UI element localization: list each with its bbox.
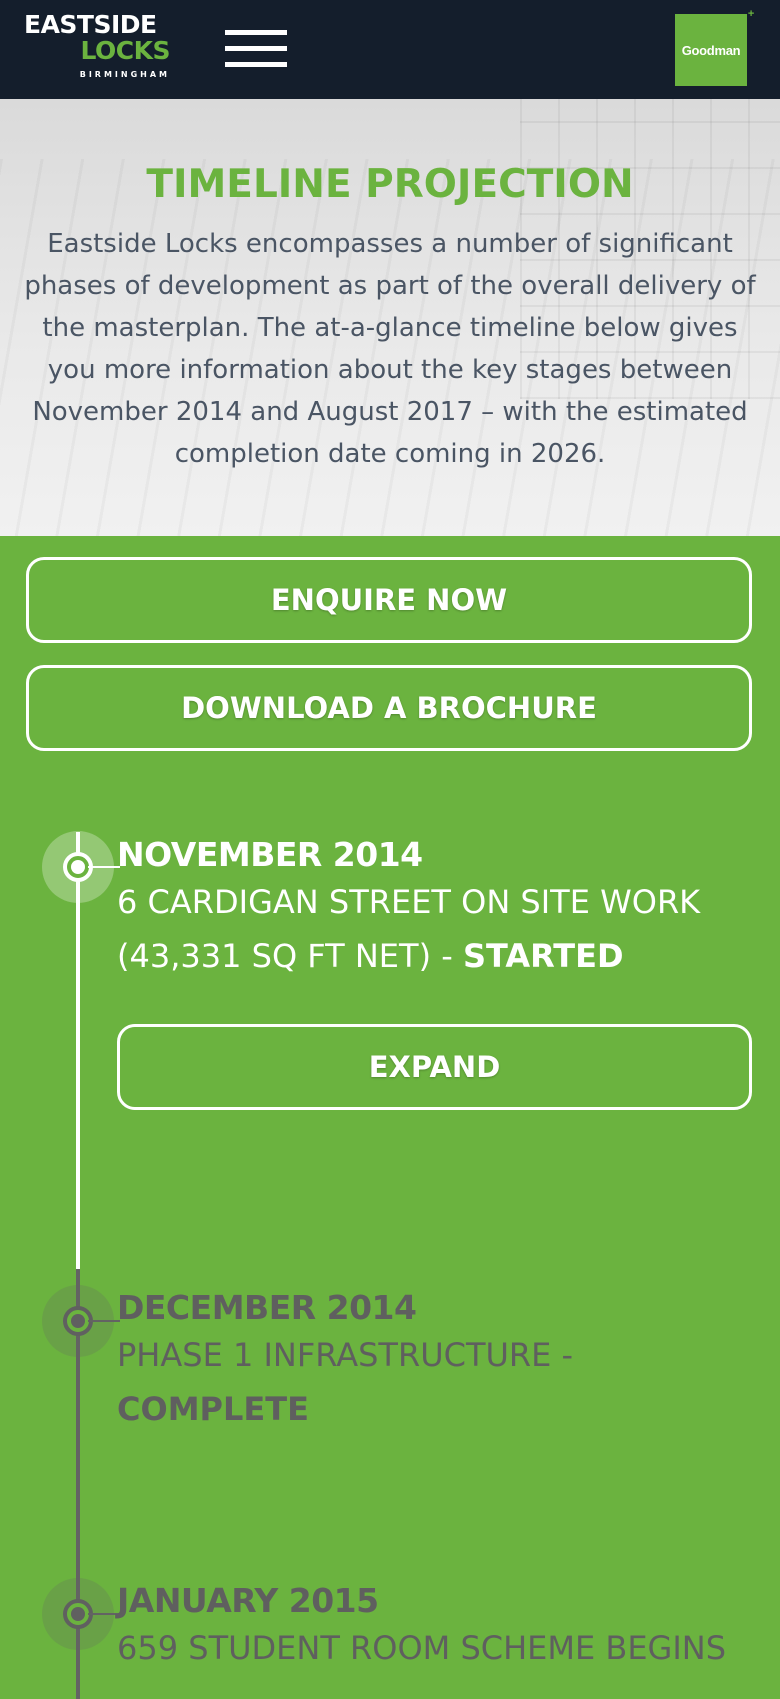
logo-line-eastside: EASTSIDE bbox=[24, 10, 157, 39]
timeline-description-text: 659 STUDENT ROOM SCHEME BEGINS bbox=[117, 1629, 727, 1667]
timeline-description: 6 CARDIGAN STREET ON SITE WORK (43,331 S… bbox=[117, 875, 757, 983]
hamburger-menu-icon[interactable] bbox=[225, 28, 287, 72]
marker-dot bbox=[71, 860, 85, 874]
download-brochure-button[interactable]: DOWNLOAD A BROCHURE bbox=[26, 665, 752, 751]
enquire-now-button[interactable]: ENQUIRE NOW bbox=[26, 557, 752, 643]
marker-dot bbox=[71, 1607, 85, 1621]
goodman-logo[interactable]: Goodman + bbox=[675, 8, 754, 86]
logo-line-birmingham: BIRMINGHAM bbox=[79, 70, 170, 79]
goodman-plus-mark: + bbox=[747, 8, 754, 20]
marker-dot bbox=[71, 1314, 85, 1328]
expand-button[interactable]: EXPAND bbox=[117, 1024, 752, 1110]
intro-paragraph: Eastside Locks encompasses a number of s… bbox=[24, 229, 756, 469]
goodman-logo-text: Goodman bbox=[681, 42, 741, 58]
timeline-description-text: PHASE 1 INFRASTRUCTURE - bbox=[117, 1336, 574, 1374]
timeline-status: COMPLETE bbox=[117, 1390, 309, 1428]
logo-line-locks: LOCKS bbox=[80, 36, 170, 65]
timeline-date: DECEMBER 2014 bbox=[117, 1288, 417, 1327]
hamburger-bar bbox=[225, 30, 287, 35]
intro-section: TIMELINE PROJECTION Eastside Locks encom… bbox=[0, 99, 780, 536]
site-header: EASTSIDE LOCKS BIRMINGHAM Goodman + bbox=[0, 0, 780, 99]
timeline-date: JANUARY 2015 bbox=[117, 1581, 379, 1620]
hamburger-bar bbox=[225, 62, 287, 67]
timeline-connector bbox=[88, 866, 120, 868]
timeline-status: STARTED bbox=[462, 937, 624, 975]
timeline-date: NOVEMBER 2014 bbox=[117, 835, 423, 874]
timeline-connector bbox=[88, 1320, 120, 1322]
hamburger-bar bbox=[225, 46, 287, 51]
page-title: TIMELINE PROJECTION bbox=[146, 162, 634, 207]
eastside-locks-logo[interactable]: EASTSIDE LOCKS BIRMINGHAM bbox=[24, 10, 171, 79]
timeline-description: PHASE 1 INFRASTRUCTURE - COMPLETE bbox=[117, 1328, 757, 1436]
timeline-description: 659 STUDENT ROOM SCHEME BEGINS bbox=[117, 1621, 757, 1675]
timeline-connector bbox=[88, 1613, 120, 1615]
timeline: NOVEMBER 2014 6 CARDIGAN STREET ON SITE … bbox=[0, 800, 780, 1699]
